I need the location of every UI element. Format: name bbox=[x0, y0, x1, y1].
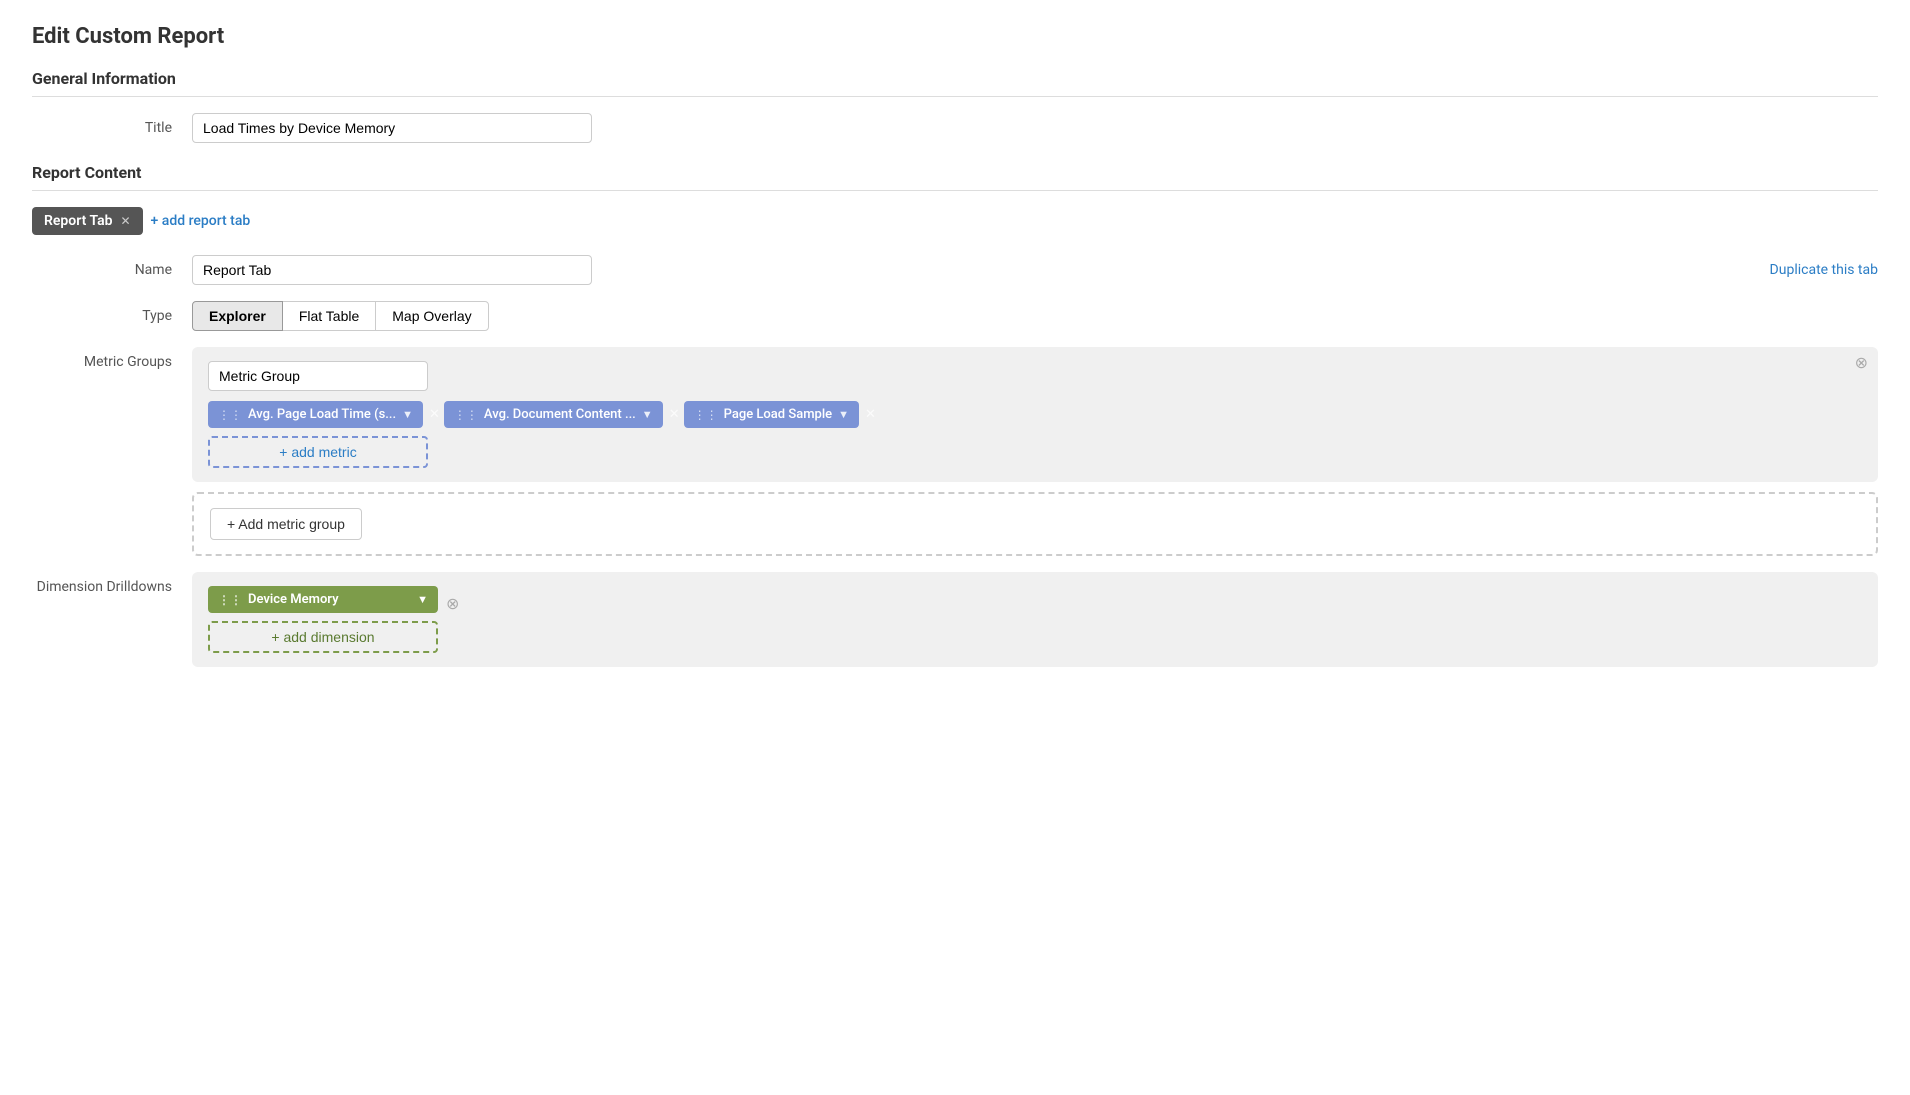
dim-dropdown-icon-0[interactable]: ▼ bbox=[417, 593, 428, 606]
metric-groups-label: Metric Groups bbox=[32, 347, 192, 370]
metric-pill-1[interactable]: ⋮⋮ Avg. Document Content ... ▼ bbox=[444, 401, 663, 428]
metric-dropdown-icon-2[interactable]: ▼ bbox=[838, 408, 849, 421]
drag-handle-icon-1: ⋮⋮ bbox=[454, 408, 478, 422]
dimension-pill-0[interactable]: ⋮⋮ Device Memory ▼ bbox=[208, 586, 438, 613]
metric-groups-row: Metric Groups ⊗ ⋮⋮ Avg. Page Load Time (… bbox=[32, 347, 1878, 556]
add-metric-group-box: + Add metric group bbox=[192, 492, 1878, 556]
report-tab-label: Report Tab bbox=[44, 213, 112, 229]
type-button-group: Explorer Flat Table Map Overlay bbox=[192, 301, 488, 331]
metric-close-icon-2[interactable]: ✕ bbox=[865, 407, 876, 422]
metric-name-1: Avg. Document Content ... bbox=[484, 407, 636, 422]
title-label: Title bbox=[32, 113, 192, 136]
add-metric-group-button[interactable]: + Add metric group bbox=[210, 508, 362, 540]
metric-dropdown-icon-0[interactable]: ▼ bbox=[402, 408, 413, 421]
add-dimension-button[interactable]: + add dimension bbox=[208, 621, 438, 653]
add-metric-button[interactable]: + add metric bbox=[208, 436, 428, 468]
drag-handle-icon-0: ⋮⋮ bbox=[218, 408, 242, 422]
metric-group-name-input[interactable] bbox=[208, 361, 428, 391]
report-tab-close-icon[interactable]: ✕ bbox=[120, 214, 130, 228]
name-row: Name Duplicate this tab bbox=[32, 255, 1878, 285]
general-info-section-title: General Information bbox=[32, 69, 1878, 88]
metric-pill-2[interactable]: ⋮⋮ Page Load Sample ▼ bbox=[684, 401, 859, 428]
metric-group-box: ⊗ ⋮⋮ Avg. Page Load Time (s... ▼ ✕ ⋮⋮ Av… bbox=[192, 347, 1878, 482]
general-info-divider bbox=[32, 96, 1878, 97]
type-label: Type bbox=[32, 301, 192, 324]
type-row: Type Explorer Flat Table Map Overlay bbox=[32, 301, 1878, 331]
add-report-tab-link[interactable]: + add report tab bbox=[151, 213, 251, 229]
dimension-drilldowns-label: Dimension Drilldowns bbox=[32, 572, 192, 595]
metric-dropdown-icon-1[interactable]: ▼ bbox=[642, 408, 653, 421]
dim-drag-handle-icon-0: ⋮⋮ bbox=[218, 593, 242, 607]
duplicate-tab-link[interactable]: Duplicate this tab bbox=[1770, 255, 1878, 278]
report-content-divider bbox=[32, 190, 1878, 191]
title-input[interactable] bbox=[192, 113, 592, 143]
metric-close-icon-1[interactable]: ✕ bbox=[669, 407, 680, 422]
tab-name-input[interactable] bbox=[192, 255, 592, 285]
metric-name-2: Page Load Sample bbox=[724, 407, 833, 422]
metrics-row: ⋮⋮ Avg. Page Load Time (s... ▼ ✕ ⋮⋮ Avg.… bbox=[208, 401, 1862, 428]
dimension-name-0: Device Memory bbox=[248, 592, 411, 607]
report-content-section-title: Report Content bbox=[32, 163, 1878, 182]
metric-group-close-icon[interactable]: ⊗ bbox=[1855, 355, 1868, 371]
metric-groups-area: ⊗ ⋮⋮ Avg. Page Load Time (s... ▼ ✕ ⋮⋮ Av… bbox=[192, 347, 1878, 556]
dimension-area: ⋮⋮ Device Memory ▼ ⊗ + add dimension bbox=[192, 572, 1878, 667]
metric-name-0: Avg. Page Load Time (s... bbox=[248, 407, 396, 422]
page-title: Edit Custom Report bbox=[32, 24, 1878, 49]
dimension-drilldowns-row: Dimension Drilldowns ⋮⋮ Device Memory ▼ … bbox=[32, 572, 1878, 667]
metric-close-icon-0[interactable]: ✕ bbox=[429, 407, 440, 422]
dimension-close-icon-0[interactable]: ⊗ bbox=[446, 594, 459, 613]
type-btn-map-overlay[interactable]: Map Overlay bbox=[375, 301, 488, 331]
type-btn-explorer[interactable]: Explorer bbox=[192, 301, 283, 331]
metric-pill-0[interactable]: ⋮⋮ Avg. Page Load Time (s... ▼ bbox=[208, 401, 423, 428]
report-tab-pill[interactable]: Report Tab ✕ bbox=[32, 207, 143, 235]
tabs-row: Report Tab ✕ + add report tab bbox=[32, 207, 1878, 235]
dimension-row-0: ⋮⋮ Device Memory ▼ ⊗ bbox=[208, 586, 1862, 621]
type-btn-flat-table[interactable]: Flat Table bbox=[282, 301, 376, 331]
drag-handle-icon-2: ⋮⋮ bbox=[694, 408, 718, 422]
name-label: Name bbox=[32, 255, 192, 278]
